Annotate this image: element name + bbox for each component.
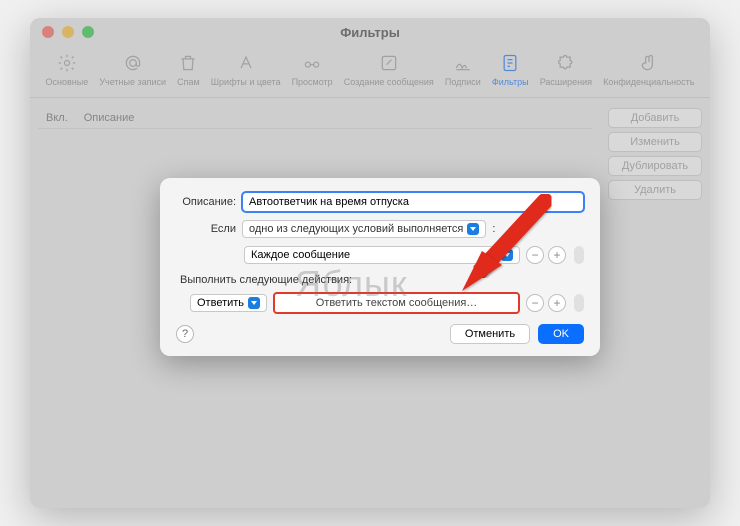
add-action-button[interactable]: + [548, 294, 566, 312]
actions-label: Выполнить следующие действия: [180, 274, 584, 286]
action-type-select[interactable]: Ответить [190, 294, 267, 312]
condition-select[interactable]: Каждое сообщение [244, 246, 520, 264]
chevron-down-icon [248, 297, 260, 309]
cancel-button[interactable]: Отменить [450, 324, 530, 344]
if-condition-select[interactable]: одно из следующих условий выполняется [242, 220, 486, 238]
description-label: Описание: [176, 196, 236, 208]
help-button[interactable]: ? [176, 325, 194, 343]
add-condition-button[interactable]: + [548, 246, 566, 264]
reply-message-text-button[interactable]: Ответить текстом сообщения… [273, 292, 520, 314]
chevron-down-icon [501, 249, 513, 261]
drag-handle[interactable] [574, 294, 584, 312]
if-label: Если [176, 223, 236, 235]
edit-rule-dialog: Описание: Если одно из следующих условий… [160, 178, 600, 356]
remove-condition-button[interactable]: − [526, 246, 544, 264]
remove-action-button[interactable]: − [526, 294, 544, 312]
description-input[interactable] [242, 192, 584, 212]
ok-button[interactable]: OK [538, 324, 584, 344]
drag-handle[interactable] [574, 246, 584, 264]
chevron-down-icon [467, 223, 479, 235]
preferences-window: Фильтры Основные Учетные записи Спам Шри… [30, 18, 710, 508]
